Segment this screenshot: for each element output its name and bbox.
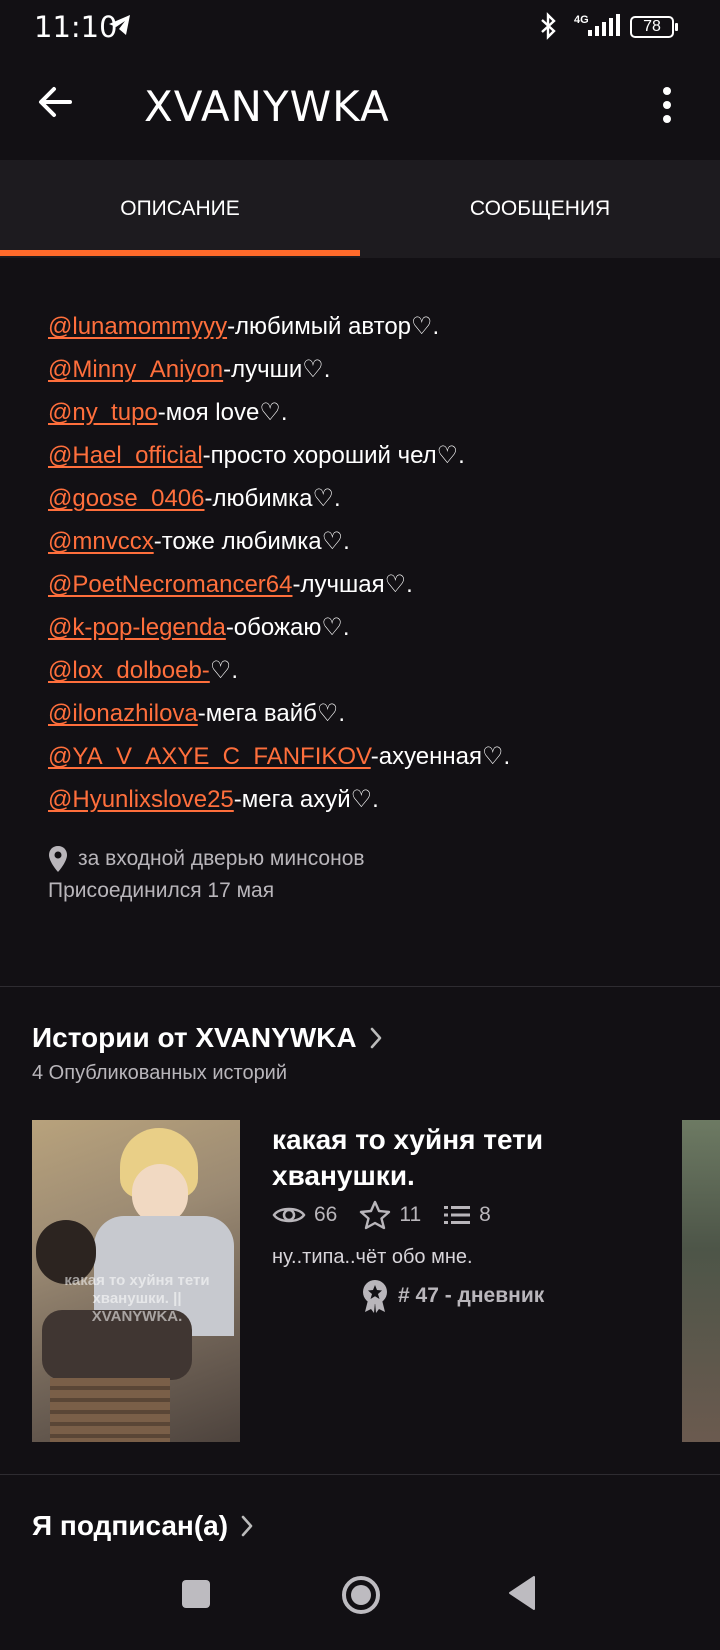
description-line: @mnvccx-тоже любимка♡. (48, 520, 688, 563)
story-title[interactable]: какая то хуйня тети хванушки. (272, 1122, 652, 1194)
location-row: за входной дверью минсонов (48, 844, 365, 874)
section-divider (0, 986, 720, 987)
description-line: @Hyunlixslove25-мега ахуй♡. (48, 778, 688, 821)
tab-bar: ОПИСАНИЕ СООБЩЕНИЯ (0, 160, 720, 258)
eye-icon (272, 1207, 306, 1223)
user-mention-link[interactable]: @lunamommyyy (48, 313, 227, 340)
parts-count: 8 (479, 1203, 491, 1226)
recent-apps-button[interactable] (182, 1580, 210, 1608)
user-mention-link[interactable]: @goose_0406 (48, 485, 205, 512)
back-arrow-icon[interactable] (36, 82, 76, 122)
star-icon (360, 1200, 391, 1230)
description-line: @ilonazhilova-мега вайб♡. (48, 692, 688, 735)
battery-indicator: 78 (630, 16, 678, 38)
user-mention-link[interactable]: @Hael_official (48, 442, 203, 469)
system-navigation-bar (0, 1556, 720, 1650)
description-line: @ny_tupo-моя love♡. (48, 391, 688, 434)
following-section-title[interactable]: Я подписан(а) (32, 1510, 254, 1542)
description-text: -мега ахуй♡. (233, 786, 379, 813)
user-mention-link[interactable]: @ilonazhilova (48, 700, 198, 727)
cover-title-text: какая то хуйня тети хванушки. || XVANYWK… (64, 1272, 210, 1325)
user-mention-link[interactable]: @Hyunlixslove25 (48, 786, 234, 813)
description-text: -просто хороший чел♡. (202, 442, 465, 469)
tab-messages[interactable]: СООБЩЕНИЯ (360, 160, 720, 258)
description-text: -лучшая♡. (292, 571, 413, 598)
chevron-right-icon (241, 1515, 253, 1537)
chevron-right-icon (370, 1027, 381, 1049)
bluetooth-icon (541, 12, 556, 40)
story-cover-image[interactable]: какая то хуйня тети хванушки. || XVANYWK… (32, 1120, 240, 1442)
rank-text: # 47 - дневник (398, 1284, 545, 1307)
list-icon (444, 1206, 471, 1224)
description-text: -ахуенная♡. (370, 743, 511, 770)
description-text: -обожаю♡. (225, 614, 350, 641)
telegram-icon (109, 15, 130, 35)
description-line: @lunamommyyy-любимый автор♡. (48, 305, 688, 348)
description-line: @Hael_official-просто хороший чел♡. (48, 434, 688, 477)
signal-icon (588, 14, 620, 36)
joined-date: Присоединился 17 мая (48, 879, 275, 902)
user-mention-link[interactable]: @lox_dolboeb- (48, 657, 210, 684)
system-back-button[interactable] (506, 1574, 538, 1612)
user-mention-link[interactable]: @mnvccx (48, 528, 154, 555)
votes-count: 11 (399, 1203, 422, 1226)
description-line: @YA_V_AXYE_C_FANFIKOV-ахуенная♡. (48, 735, 688, 778)
description-line: @PoetNecromancer64-лучшая♡. (48, 563, 688, 606)
views-count: 66 (314, 1203, 338, 1226)
parts-stat: 8 (443, 1203, 491, 1227)
stories-count: 4 Опубликованных историй (32, 1062, 288, 1084)
description-text: ♡. (209, 657, 238, 684)
description-text: -лучши♡. (223, 356, 331, 383)
section-divider (0, 1474, 720, 1475)
following-title-text: Я подписан(а) (32, 1510, 229, 1541)
description-line: @goose_0406-любимка♡. (48, 477, 688, 520)
description-text: -моя love♡. (157, 399, 288, 426)
status-time: 11:10 (34, 10, 118, 44)
description-text: -любимый автор♡. (227, 313, 440, 340)
description-text: -мега вайб♡. (197, 700, 346, 727)
votes-stat: 11 (359, 1200, 421, 1230)
user-mention-link[interactable]: @PoetNecromancer64 (48, 571, 292, 598)
more-options-icon[interactable] (660, 86, 674, 124)
page-title: XVANYWKA (144, 82, 390, 131)
profile-description: @lunamommyyy-любимый автор♡. @Minny_Aniy… (48, 305, 688, 821)
app-bar: XVANYWKA (0, 52, 720, 160)
stories-section-title[interactable]: Истории от XVANYWKA (32, 1022, 383, 1054)
story-rank[interactable]: # 47 - дневник (360, 1278, 544, 1314)
location-text: за входной дверью минсонов (78, 847, 365, 870)
tab-description[interactable]: ОПИСАНИЕ (0, 160, 360, 258)
next-story-cover[interactable] (682, 1120, 720, 1442)
views-stat: 66 (272, 1203, 337, 1227)
status-bar: 11:10 4G 78 (0, 0, 720, 52)
user-mention-link[interactable]: @k-pop-legenda (48, 614, 226, 641)
home-button[interactable] (340, 1574, 382, 1616)
location-pin-icon (49, 846, 67, 872)
ranking-badge-icon (363, 1280, 387, 1313)
description-text: -любимка♡. (204, 485, 341, 512)
user-mention-link[interactable]: @ny_tupo (48, 399, 158, 426)
story-description: ну..типа..чёт обо мне. (272, 1246, 473, 1268)
user-mention-link[interactable]: @YA_V_AXYE_C_FANFIKOV (48, 743, 371, 770)
description-line: @Minny_Aniyon-лучши♡. (48, 348, 688, 391)
profile-meta: за входной дверью минсонов Присоединился… (48, 844, 365, 906)
user-mention-link[interactable]: @Minny_Aniyon (48, 356, 223, 383)
description-text: -тоже любимка♡. (153, 528, 350, 555)
stories-title-text: Истории от XVANYWKA (32, 1022, 357, 1053)
description-line: @k-pop-legenda-обожаю♡. (48, 606, 688, 649)
battery-level: 78 (643, 18, 661, 35)
story-stats: 66 11 8 (272, 1200, 513, 1230)
description-line: @lox_dolboeb-♡. (48, 649, 688, 692)
